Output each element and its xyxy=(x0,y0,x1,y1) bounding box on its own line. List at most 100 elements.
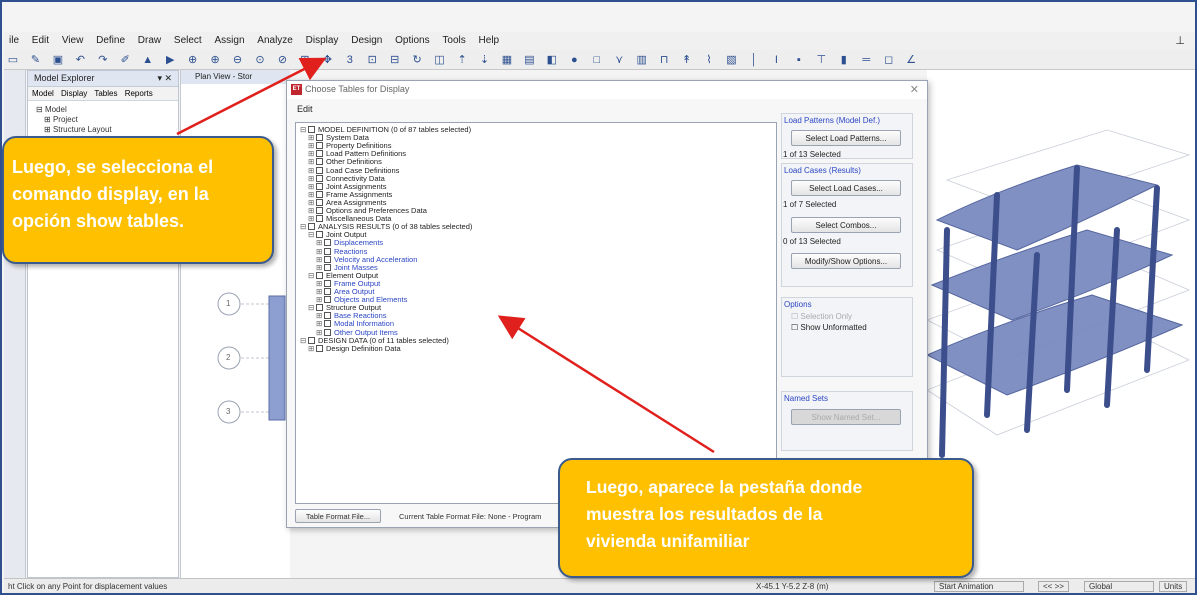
table-checkbox[interactable] xyxy=(324,328,331,336)
table-checkbox[interactable] xyxy=(324,247,331,255)
pan-icon[interactable]: ✥ xyxy=(319,52,335,68)
new-icon[interactable]: ▭ xyxy=(5,52,21,68)
table-checkbox[interactable] xyxy=(324,239,331,247)
deformed-icon[interactable]: ⋎ xyxy=(611,52,627,68)
select-load-patterns-button[interactable]: Select Load Patterns... xyxy=(791,130,901,146)
expand-icon[interactable]: ⊟ xyxy=(308,271,316,280)
menu-file[interactable]: ile xyxy=(4,32,24,49)
tree-item[interactable]: ⊞ Structure Layout xyxy=(36,125,178,135)
menu-select[interactable]: Select xyxy=(169,32,207,49)
display-icon[interactable]: ▤ xyxy=(521,52,537,68)
table-checkbox[interactable] xyxy=(308,223,315,231)
expand-icon[interactable]: ⊟ xyxy=(300,336,308,345)
pencil-icon[interactable]: ✐ xyxy=(117,52,133,68)
table-checkbox[interactable] xyxy=(316,158,323,166)
redo-icon[interactable]: ↷ xyxy=(95,52,111,68)
tree-table-row[interactable]: ⊞ Design Definition Data xyxy=(308,344,401,353)
menu-design[interactable]: Design xyxy=(346,32,387,49)
table-checkbox[interactable] xyxy=(316,134,323,142)
expand-icon[interactable]: ⊞ xyxy=(316,263,324,272)
dialog-menu-edit[interactable]: Edit xyxy=(297,104,313,114)
view-elev-icon[interactable]: ⊟ xyxy=(387,52,403,68)
frame-icon[interactable]: □ xyxy=(589,52,605,68)
expand-icon[interactable]: ⊟ xyxy=(300,223,308,231)
dimension-icon[interactable]: ∠ xyxy=(903,52,919,68)
expand-icon[interactable]: ⊟ xyxy=(308,304,316,312)
line-icon[interactable]: │ xyxy=(746,52,762,68)
tab-tables[interactable]: Tables xyxy=(94,89,117,98)
tab-model[interactable]: Model xyxy=(32,89,54,98)
shading-icon[interactable]: ● xyxy=(566,52,582,68)
tab-reports[interactable]: Reports xyxy=(125,89,153,98)
pin-icon[interactable]: ⊥ xyxy=(1175,34,1185,47)
coord-system-select[interactable]: Global xyxy=(1084,581,1154,592)
zoom-full-icon[interactable]: ⊙ xyxy=(252,52,268,68)
table-checkbox[interactable] xyxy=(316,150,323,158)
slab-icon[interactable]: ═ xyxy=(858,52,874,68)
zoom-in-icon[interactable]: ⊕ xyxy=(207,52,223,68)
lock-icon[interactable]: ▲ xyxy=(140,52,156,68)
menu-options[interactable]: Options xyxy=(390,32,434,49)
table-checkbox[interactable] xyxy=(324,263,331,271)
draw-area-icon[interactable]: ▧ xyxy=(724,52,740,68)
up-icon[interactable]: ⇡ xyxy=(454,52,470,68)
down-icon[interactable]: ⇣ xyxy=(477,52,493,68)
menu-display[interactable]: Display xyxy=(301,32,344,49)
menu-assign[interactable]: Assign xyxy=(209,32,249,49)
expand-icon[interactable]: ⊞ xyxy=(308,215,316,223)
zoom-window-icon[interactable]: ⊕ xyxy=(185,52,201,68)
table-checkbox[interactable] xyxy=(316,231,323,239)
beam-icon[interactable]: ▪ xyxy=(791,52,807,68)
select-load-cases-button[interactable]: Select Load Cases... xyxy=(791,180,901,196)
table-checkbox[interactable] xyxy=(308,336,315,344)
select-combos-button[interactable]: Select Combos... xyxy=(791,217,901,233)
rotate-icon[interactable]: ↻ xyxy=(409,52,425,68)
table-checkbox[interactable] xyxy=(316,182,323,190)
table-checkbox[interactable] xyxy=(324,288,331,295)
expand-icon[interactable]: ⊟ xyxy=(308,231,316,239)
tree-item[interactable]: ⊟ Model xyxy=(36,105,178,115)
brace-icon[interactable]: ⊤ xyxy=(813,52,829,68)
draw-point-icon[interactable]: ↟ xyxy=(679,52,695,68)
opening-icon[interactable]: ◻ xyxy=(881,52,897,68)
table-checkbox[interactable] xyxy=(324,312,331,320)
zoom-prev-icon[interactable]: ⊘ xyxy=(274,52,290,68)
run-icon[interactable]: ▶ xyxy=(162,52,178,68)
menu-define[interactable]: Define xyxy=(91,32,130,49)
object-icon[interactable]: ◧ xyxy=(544,52,560,68)
show-unformatted-checkbox[interactable]: ☐ Show Unformatted xyxy=(791,323,867,332)
chart-icon[interactable]: ▥ xyxy=(634,52,650,68)
column-icon[interactable]: I xyxy=(768,52,784,68)
table-checkbox[interactable] xyxy=(324,296,331,304)
save-icon[interactable]: ▣ xyxy=(50,52,66,68)
modify-show-options-button[interactable]: Modify/Show Options... xyxy=(791,253,901,269)
view-plan-icon[interactable]: ⊡ xyxy=(364,52,380,68)
table-format-file-button[interactable]: Table Format File... xyxy=(295,509,381,523)
tree-item[interactable]: ⊞ Project xyxy=(36,115,178,125)
draw-frame-icon[interactable]: ⌇ xyxy=(701,52,717,68)
table-checkbox[interactable] xyxy=(316,271,323,279)
expand-icon[interactable]: ⊟ xyxy=(300,126,308,134)
show-tables-icon[interactable]: ⊞ xyxy=(297,52,313,68)
menu-help[interactable]: Help xyxy=(474,32,505,49)
table-checkbox[interactable] xyxy=(316,215,323,223)
table-checkbox[interactable] xyxy=(324,279,331,287)
selection-only-checkbox[interactable]: ☐ Selection Only xyxy=(791,312,852,321)
start-animation-button[interactable]: Start Animation xyxy=(934,581,1024,592)
expand-icon[interactable]: ⊞ xyxy=(316,296,324,304)
table-checkbox[interactable] xyxy=(316,304,323,312)
table-checkbox[interactable] xyxy=(324,320,331,328)
grid-icon[interactable]: ▦ xyxy=(499,52,515,68)
close-icon[interactable]: ✕ xyxy=(910,83,919,96)
view-3d-icon[interactable]: 3 xyxy=(342,52,358,68)
table-checkbox[interactable] xyxy=(316,166,323,174)
menu-draw[interactable]: Draw xyxy=(133,32,166,49)
menu-view[interactable]: View xyxy=(57,32,89,49)
tab-display[interactable]: Display xyxy=(61,89,87,98)
table-checkbox[interactable] xyxy=(316,207,323,214)
table-checkbox[interactable] xyxy=(316,190,323,198)
force-icon[interactable]: ⊓ xyxy=(656,52,672,68)
table-checkbox[interactable] xyxy=(316,142,323,150)
open-icon[interactable]: ✎ xyxy=(27,52,43,68)
table-checkbox[interactable] xyxy=(316,344,323,352)
